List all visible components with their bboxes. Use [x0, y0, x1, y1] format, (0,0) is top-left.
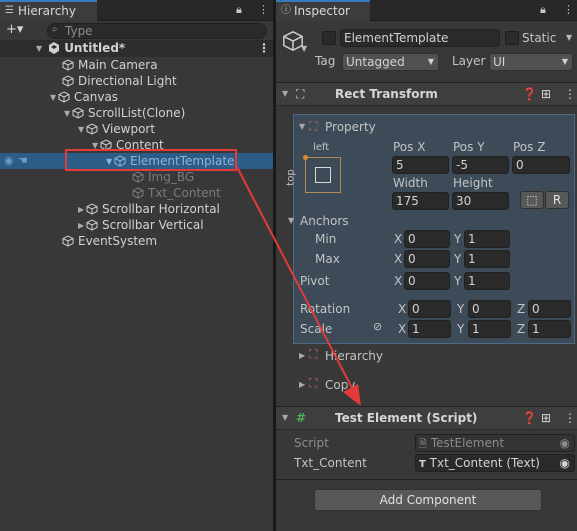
annotation-arrow	[236, 166, 361, 406]
